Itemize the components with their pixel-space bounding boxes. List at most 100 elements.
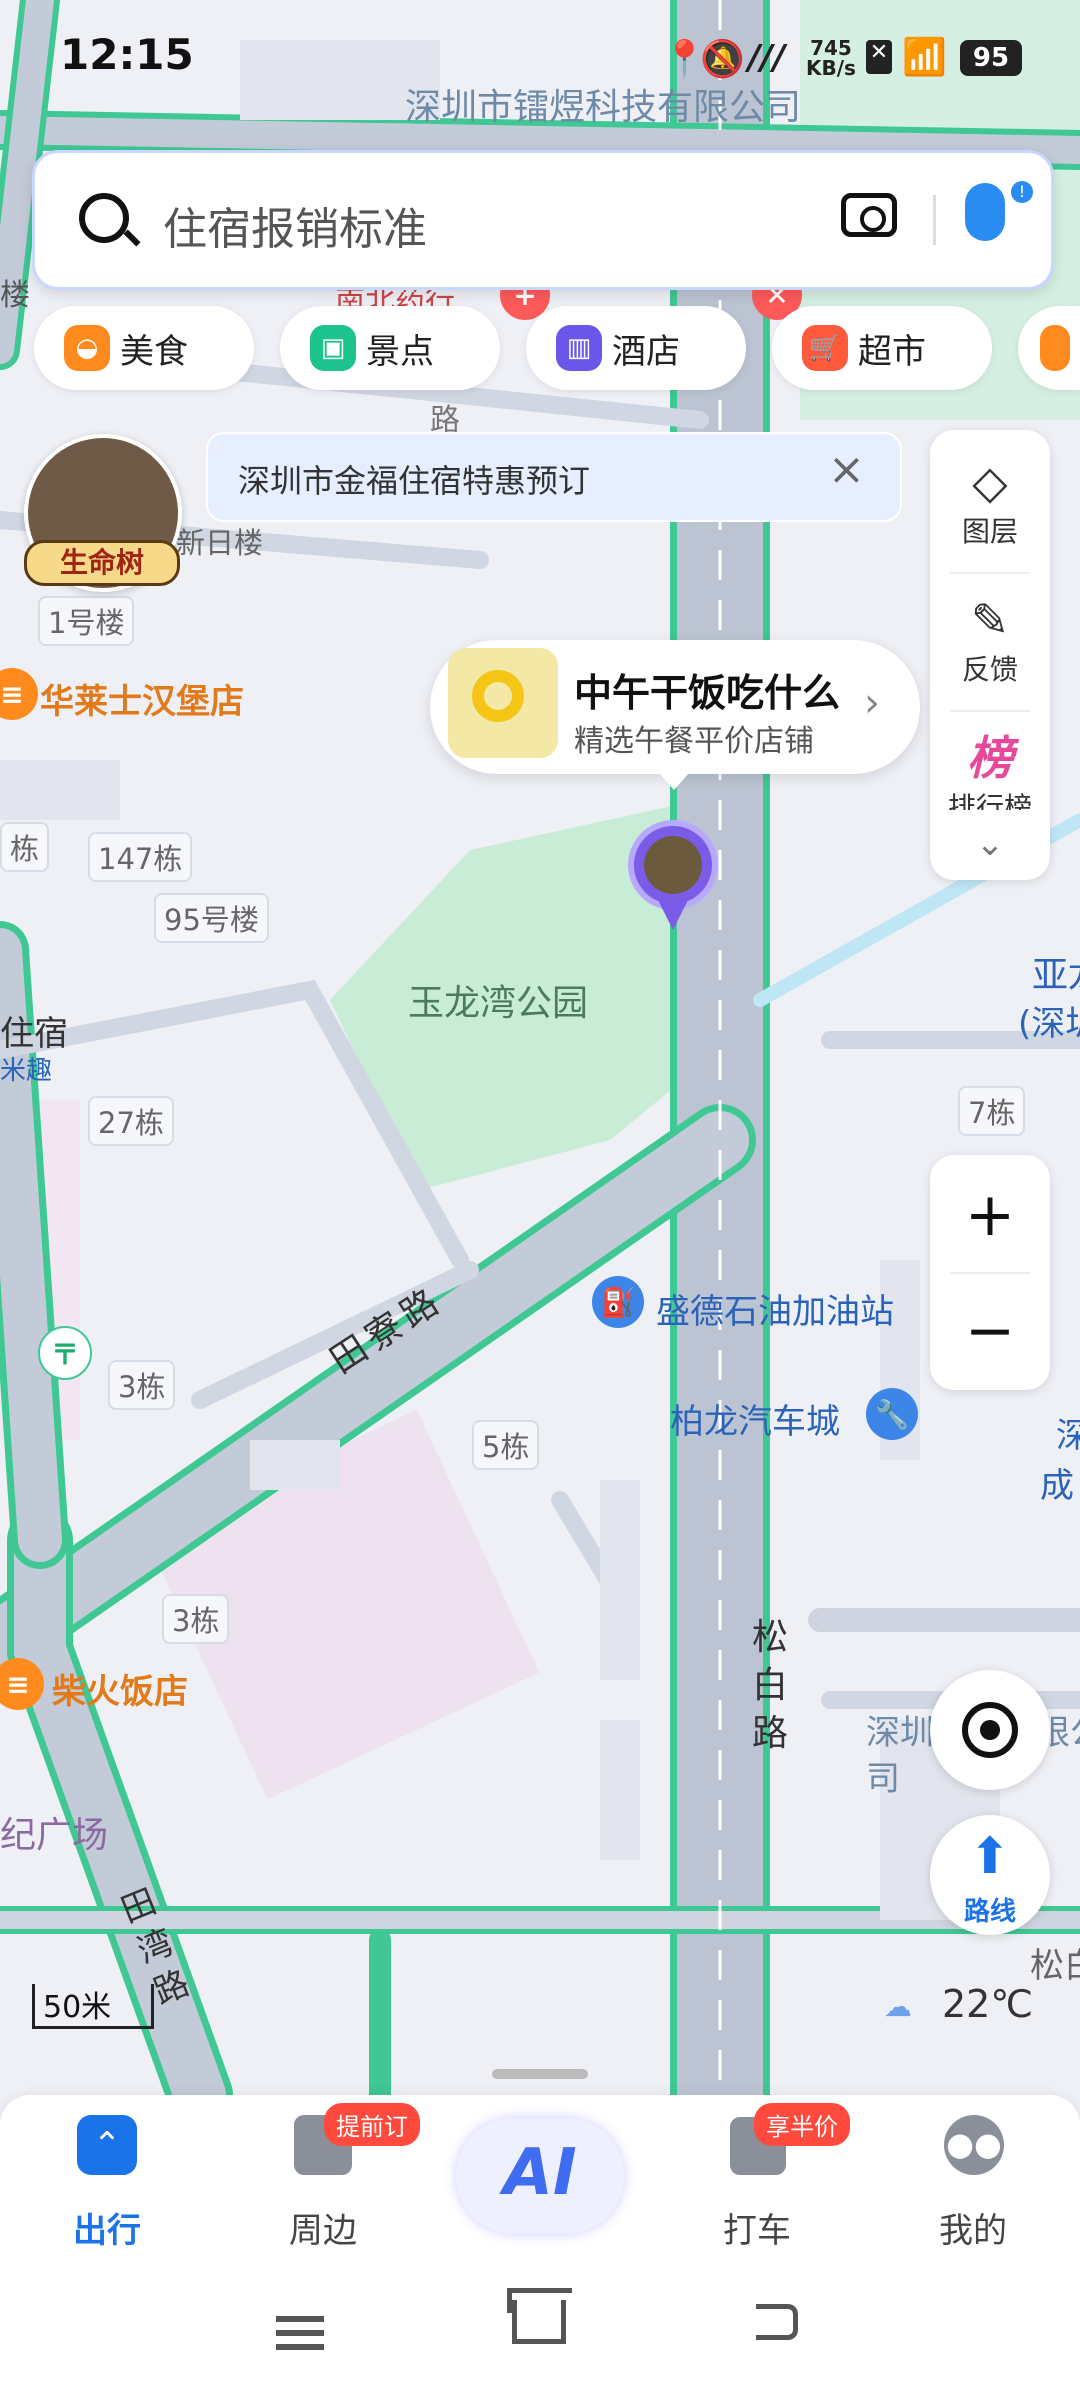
chip-food[interactable]: ◒ 美食 — [34, 306, 254, 390]
battery-indicator: 95 — [960, 40, 1022, 76]
signal-brand-icon: /// — [748, 38, 786, 78]
map-label-songbai-right: 松白 — [1030, 1946, 1080, 1986]
ranking-button[interactable]: 榜 排行榜 — [930, 730, 1050, 810]
ranking-icon: 榜 — [967, 731, 1013, 785]
map-label-shen-right: 深 — [1056, 1416, 1080, 1456]
chevron-right-icon: › — [864, 680, 880, 726]
tab-travel-label: 出行 — [73, 2211, 141, 2251]
scenic-icon: ▣ — [310, 325, 356, 371]
map-label-building-3b: 3栋 — [162, 1594, 230, 1644]
map-label-guangchang: 纪广场 — [0, 1815, 109, 1856]
map-label-park: 玉龙湾公园 — [408, 983, 589, 1024]
ai-label: AI — [503, 2136, 577, 2210]
map-label-building-1: 1号楼 — [38, 596, 135, 646]
map-label-building-3a: 3栋 — [108, 1360, 176, 1410]
promo-banner[interactable]: 深圳市金福住宿特惠预订 × — [206, 432, 902, 522]
search-icon — [79, 193, 129, 243]
poi-chaihuo[interactable]: 柴火饭店 — [52, 1664, 188, 1713]
mute-icon: 🔕 — [700, 39, 745, 80]
lunch-card-subtitle: 精选午餐平价店铺 — [574, 724, 814, 759]
back-icon[interactable] — [756, 2304, 798, 2340]
nearby-badge: 提前订 — [324, 2103, 420, 2146]
map-label-building-147: 147栋 — [88, 832, 193, 882]
ai-assistant-button[interactable]: AI — [456, 2118, 624, 2234]
tab-taxi-label: 打车 — [723, 2211, 791, 2251]
scale-bar: 50米 — [32, 1984, 154, 2029]
user-avatar-marker[interactable] — [628, 820, 718, 910]
chip-food-label: 美食 — [120, 331, 188, 372]
route-button[interactable]: ⬆ 路线 — [930, 1815, 1050, 1935]
map-label-building-27: 27栋 — [88, 1096, 174, 1146]
search-divider — [933, 195, 936, 245]
tab-profile-label: 我的 — [939, 2211, 1007, 2251]
home-roof — [507, 2288, 572, 2313]
food-icon: ◒ — [64, 325, 110, 371]
sim-icon: ✕ — [866, 40, 892, 74]
layers-label: 图层 — [961, 515, 1018, 548]
tab-nearby-label: 周边 — [289, 2211, 357, 2251]
movie-badge-label[interactable]: 生命树 — [24, 540, 180, 586]
post-office-icon: 〒 — [38, 1326, 92, 1380]
chip-hotel-label: 酒店 — [612, 331, 680, 372]
map-label-xinri: 新日楼 — [176, 526, 264, 560]
lunch-recommend-card[interactable]: 中午干饭吃什么 精选午餐平价店铺 › — [430, 640, 920, 774]
chevron-down-icon[interactable]: ⌄ — [930, 824, 1050, 864]
route-label: 路线 — [963, 1897, 1016, 1927]
tab-profile[interactable]: ●● 我的 — [888, 2115, 1058, 2251]
map-label-shen: (深圳 — [1018, 1004, 1080, 1044]
wifi-icon: 📶 — [902, 37, 947, 78]
map-label-miqu: 米趣 — [0, 1056, 53, 1086]
feedback-label: 反馈 — [961, 653, 1018, 686]
poi-car-city[interactable]: 柏龙汽车城 — [670, 1394, 840, 1443]
zoom-in-button[interactable]: + — [930, 1165, 1050, 1265]
menu-icon[interactable] — [276, 2316, 324, 2322]
voice-mic-icon[interactable] — [965, 183, 1005, 241]
chip-hotel[interactable]: ▥ 酒店 — [526, 306, 746, 390]
marker-pin-tip — [658, 900, 688, 930]
gas-station-icon: ⛽ — [592, 1276, 644, 1328]
promo-text: 深圳市金福住宿特惠预订 — [238, 462, 591, 500]
chip-scenic[interactable]: ▣ 景点 — [280, 306, 500, 390]
ranking-label: 排行榜 — [947, 791, 1032, 810]
chip-scenic-label: 景点 — [366, 331, 434, 372]
poi-gas-station[interactable]: 盛德石油加油站 — [656, 1284, 894, 1333]
map-label-zhusu: 住宿 — [0, 1014, 68, 1054]
locate-button[interactable] — [930, 1670, 1050, 1790]
map-label-cheng: 成 — [1040, 1466, 1074, 1506]
map-label-building-5: 5栋 — [472, 1420, 540, 1470]
map-label-lou: 楼 — [0, 278, 30, 313]
poi-burger[interactable]: 华莱士汉堡店 — [40, 674, 244, 723]
car-service-icon: 🔧 — [866, 1388, 918, 1440]
map-tools-panel: ◇ 图层 ✎ 反馈 榜 排行榜 ⌄ — [930, 430, 1050, 880]
taxi-badge: 享半价 — [754, 2103, 850, 2146]
camera-icon[interactable] — [841, 193, 897, 237]
layers-icon: ◇ — [972, 455, 1008, 509]
zoom-out-button[interactable]: − — [930, 1281, 1050, 1381]
map-label-ya: 亚龙 — [1032, 955, 1080, 996]
tab-travel[interactable]: ⌃ 出行 — [22, 2115, 192, 2251]
layers-button[interactable]: ◇ 图层 — [930, 454, 1050, 550]
travel-icon: ⌃ — [77, 2115, 137, 2175]
network-speed: 745 KB/s — [806, 36, 856, 80]
sheet-handle[interactable] — [492, 2069, 588, 2079]
lunch-card-title: 中午干饭吃什么 — [574, 671, 841, 715]
supermarket-icon: 🛒 — [802, 325, 848, 371]
map-label-dong: 栋 — [0, 822, 50, 872]
edit-icon: ✎ — [970, 593, 1010, 647]
mic-alert-badge: ! — [1011, 181, 1033, 203]
search-input[interactable]: 住宿报销标准 — [163, 193, 427, 257]
zoom-controls: + − — [930, 1155, 1050, 1390]
route-arrow-icon: ⬆ — [969, 1827, 1011, 1885]
search-icon-handle — [123, 229, 141, 247]
road-label-songbai: 松白路 — [752, 1617, 789, 1754]
status-time: 12:15 — [60, 30, 194, 79]
profile-icon: ●● — [944, 2115, 1004, 2175]
lunch-mascot-icon — [448, 648, 558, 758]
chip-supermarket-label: 超市 — [858, 331, 926, 372]
weather-cloud-icon: ☁ — [884, 1990, 912, 2023]
search-bar[interactable]: 住宿报销标准 ! — [32, 150, 1054, 290]
feedback-button[interactable]: ✎ 反馈 — [930, 592, 1050, 688]
chip-supermarket[interactable]: 🛒 超市 — [772, 306, 992, 390]
close-icon[interactable]: × — [828, 444, 865, 495]
lunch-card-pointer — [658, 772, 690, 790]
